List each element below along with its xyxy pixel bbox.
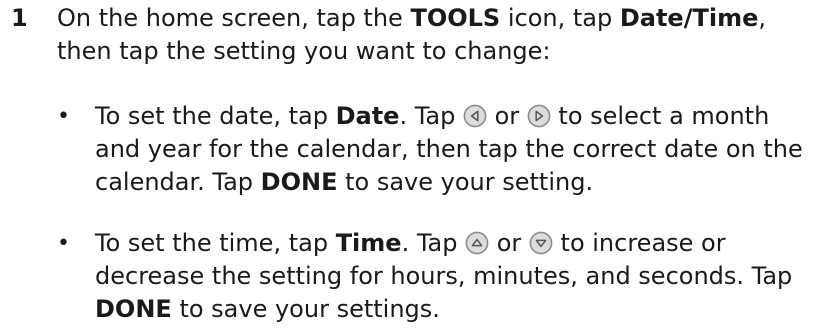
item-text: To set the date, tap <box>95 102 336 130</box>
step-body: On the home screen, tap the TOOLS icon, … <box>57 2 820 326</box>
bullet-marker: • <box>57 231 70 256</box>
bullet-marker: • <box>57 104 70 129</box>
item-text: To set the time, tap <box>95 229 336 257</box>
instruction-step: 1 On the home screen, tap the TOOLS icon… <box>0 0 820 334</box>
time-label: Time <box>335 229 402 257</box>
done-label: DONE <box>260 168 338 196</box>
item-text: . Tap <box>401 229 466 257</box>
settings-list: • To set the date, tap Date. Tap or to s… <box>57 100 820 326</box>
date-time-label: Date/Time <box>619 4 759 32</box>
intro-text: On the home screen, tap the <box>57 4 411 32</box>
step-number: 1 <box>11 4 28 32</box>
date-label: Date <box>335 102 400 130</box>
step-intro: On the home screen, tap the TOOLS icon, … <box>57 2 820 68</box>
item-text: to save your setting. <box>337 168 594 196</box>
down-arrow-icon <box>529 231 553 255</box>
left-arrow-icon <box>463 104 487 128</box>
time-setting-item: • To set the time, tap Time. Tap or to i… <box>57 227 820 326</box>
done-label: DONE <box>95 295 172 323</box>
item-text: to save your settings. <box>171 295 440 323</box>
right-arrow-icon <box>527 104 551 128</box>
item-text: or <box>486 102 527 130</box>
item-text: . Tap <box>399 102 463 130</box>
up-arrow-icon <box>465 231 489 255</box>
item-text: or <box>489 229 529 257</box>
intro-text: icon, tap <box>500 4 620 32</box>
tools-label: TOOLS <box>410 4 501 32</box>
date-setting-item: • To set the date, tap Date. Tap or to s… <box>57 100 820 199</box>
